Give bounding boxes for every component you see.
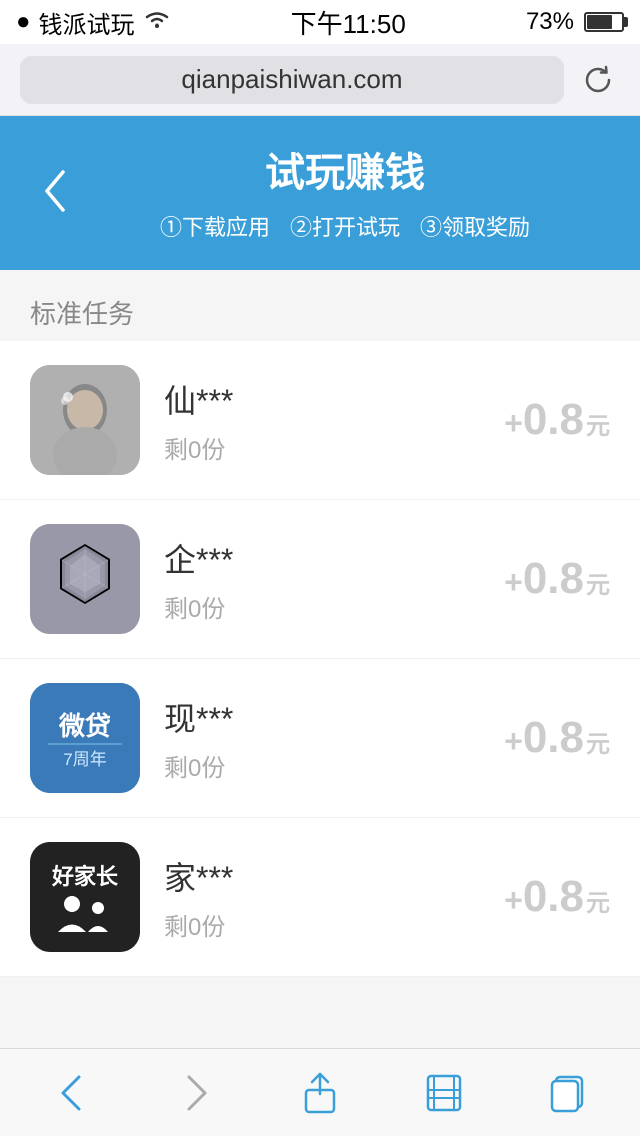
task-remain: 剩0份 <box>164 589 504 624</box>
task-name: 现*** <box>164 694 504 740</box>
reward-plus: + <box>504 405 523 442</box>
step-1: ①下载应用 <box>160 210 270 242</box>
task-info: 仙*** 剩0份 <box>164 376 504 465</box>
reward-amount: 0.8 <box>523 713 584 763</box>
main-content: 标准任务 仙*** <box>0 270 640 1065</box>
task-item[interactable]: 企*** 剩0份 +0.8元 <box>0 500 640 659</box>
header-banner: 试玩赚钱 ①下载应用 ②打开试玩 ③领取奖励 <box>0 116 640 270</box>
task-name: 仙*** <box>164 376 504 422</box>
header-steps: ①下载应用 ②打开试玩 ③领取奖励 <box>160 210 530 242</box>
reward-amount: 0.8 <box>523 554 584 604</box>
task-item[interactable]: 微贷 7周年 现*** 剩0份 +0.8元 <box>0 659 640 818</box>
task-reward: +0.8元 <box>504 395 610 445</box>
task-item[interactable]: 仙*** 剩0份 +0.8元 <box>0 341 640 500</box>
reward-unit: 元 <box>586 565 610 600</box>
battery-icon <box>584 12 624 32</box>
reward-amount: 0.8 <box>523 872 584 922</box>
task-icon-wei: 微贷 7周年 <box>30 683 140 793</box>
step-3: ③领取奖励 <box>420 210 530 242</box>
status-bar: ● 钱派试玩 下午11:50 73% <box>0 0 640 44</box>
bottom-nav <box>0 1048 640 1136</box>
nav-tabs-button[interactable] <box>506 1049 630 1136</box>
task-info: 现*** 剩0份 <box>164 694 504 783</box>
reward-unit: 元 <box>586 406 610 441</box>
header-title: 试玩赚钱 <box>265 140 425 198</box>
task-name: 家*** <box>164 853 504 899</box>
task-remain: 剩0份 <box>164 430 504 465</box>
task-info: 家*** 剩0份 <box>164 853 504 942</box>
task-reward: +0.8元 <box>504 713 610 763</box>
task-info: 企*** 剩0份 <box>164 535 504 624</box>
reward-plus: + <box>504 723 523 760</box>
nav-back-button[interactable] <box>10 1049 134 1136</box>
app-name-icon: ● <box>16 8 31 36</box>
step-2: ②打开试玩 <box>290 210 400 242</box>
svg-text:7周年: 7周年 <box>63 750 106 769</box>
url-bar[interactable]: qianpaishiwan.com <box>20 56 564 104</box>
status-left: ● 钱派试玩 <box>16 5 171 40</box>
reward-plus: + <box>504 882 523 919</box>
svg-text:好家长: 好家长 <box>51 864 119 889</box>
svg-text:微贷: 微贷 <box>58 711 111 741</box>
nav-bookmark-button[interactable] <box>382 1049 506 1136</box>
status-right: 73% <box>526 8 624 36</box>
refresh-button[interactable] <box>576 58 620 102</box>
back-button[interactable] <box>30 166 80 216</box>
reward-amount: 0.8 <box>523 395 584 445</box>
task-name: 企*** <box>164 535 504 581</box>
task-item[interactable]: 好家长 家*** 剩0份 +0.8元 <box>0 818 640 977</box>
browser-bar: qianpaishiwan.com <box>0 44 640 116</box>
task-icon-qi <box>30 524 140 634</box>
task-remain: 剩0份 <box>164 907 504 942</box>
url-text: qianpaishiwan.com <box>181 64 402 95</box>
status-time: 下午11:50 <box>291 4 406 41</box>
reward-unit: 元 <box>586 883 610 918</box>
battery-percent: 73% <box>526 8 574 36</box>
task-icon-jia: 好家长 <box>30 842 140 952</box>
task-reward: +0.8元 <box>504 872 610 922</box>
section-label: 标准任务 <box>0 270 640 341</box>
nav-share-button[interactable] <box>258 1049 382 1136</box>
reward-unit: 元 <box>586 724 610 759</box>
task-list: 仙*** 剩0份 +0.8元 <box>0 341 640 977</box>
task-remain: 剩0份 <box>164 748 504 783</box>
task-reward: +0.8元 <box>504 554 610 604</box>
nav-forward-button[interactable] <box>134 1049 258 1136</box>
header-content: 试玩赚钱 ①下载应用 ②打开试玩 ③领取奖励 <box>80 140 610 242</box>
app-name: 钱派试玩 <box>39 5 135 40</box>
wifi-icon <box>143 8 171 36</box>
task-icon-xian <box>30 365 140 475</box>
reward-plus: + <box>504 564 523 601</box>
